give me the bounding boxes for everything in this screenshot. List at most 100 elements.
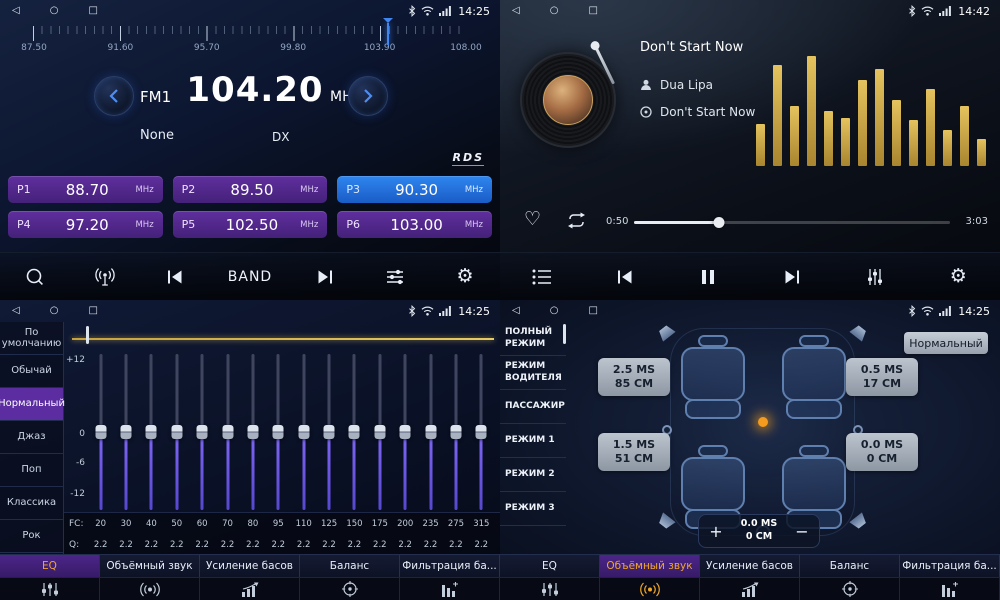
eq-band-slider-200[interactable] — [393, 354, 418, 510]
eq-band-slider-70[interactable] — [215, 354, 240, 510]
radio-preset-p5[interactable]: P5102.50MHz — [173, 211, 328, 238]
scrollbar[interactable] — [86, 326, 89, 344]
slider-knob[interactable] — [222, 425, 233, 439]
next-station-button[interactable] — [308, 260, 342, 294]
tab-bass-boost-icon-cell[interactable] — [200, 578, 300, 600]
recents-icon[interactable]: □ — [88, 0, 97, 22]
home-icon[interactable]: ○ — [50, 300, 59, 322]
home-icon[interactable]: ○ — [550, 0, 559, 22]
speaker-front-left-icon[interactable] — [656, 323, 675, 342]
eq-preset-item[interactable]: Поп — [0, 454, 63, 487]
progress-knob[interactable] — [714, 217, 725, 228]
back-icon[interactable]: ◁ — [512, 0, 520, 22]
auto-scan-button[interactable] — [88, 260, 122, 294]
recents-icon[interactable]: □ — [588, 0, 597, 22]
tab-eq-icon-cell[interactable] — [0, 578, 100, 600]
decrease-delay-button[interactable]: − — [795, 522, 809, 541]
radio-preset-p6[interactable]: P6103.00MHz — [337, 211, 492, 238]
settings-button[interactable]: ⚙ — [941, 260, 975, 294]
eq-band-slider-20[interactable] — [88, 354, 113, 510]
next-track-button[interactable] — [775, 260, 809, 294]
slider-knob[interactable] — [247, 425, 258, 439]
delay-front-right[interactable]: 0.5 MS 17 CM — [846, 358, 918, 396]
slider-knob[interactable] — [374, 425, 385, 439]
scrollbar[interactable] — [563, 324, 566, 344]
slider-knob[interactable] — [95, 425, 106, 439]
slider-knob[interactable] — [197, 425, 208, 439]
slider-knob[interactable] — [400, 425, 411, 439]
tab-surround[interactable]: Объёмный звук — [600, 555, 700, 577]
recents-icon[interactable]: □ — [88, 300, 97, 322]
eq-band-slider-235[interactable] — [418, 354, 443, 510]
band-button[interactable]: BAND — [228, 260, 272, 294]
tab-filter-icon-cell[interactable] — [400, 578, 500, 600]
slider-knob[interactable] — [171, 425, 182, 439]
pause-button[interactable] — [691, 260, 725, 294]
eq-preset-item[interactable]: Нормальный — [0, 388, 63, 421]
tab-eq-icon-cell[interactable] — [500, 578, 600, 600]
listen-mode-item-3[interactable]: РЕЖИМ 1 — [500, 424, 566, 458]
eq-band-slider-50[interactable] — [164, 354, 189, 510]
tune-options-button[interactable] — [378, 260, 412, 294]
delay-rear-left[interactable]: 1.5 MS 51 CM — [598, 433, 670, 471]
home-icon[interactable]: ○ — [550, 300, 559, 322]
tab-eq[interactable]: EQ — [0, 555, 100, 577]
recents-icon[interactable]: □ — [588, 300, 597, 322]
speaker-rear-right-icon[interactable] — [849, 512, 868, 531]
tab-balance-icon-cell[interactable] — [800, 578, 900, 600]
back-icon[interactable]: ◁ — [12, 300, 20, 322]
eq-band-slider-275[interactable] — [443, 354, 468, 510]
progress-bar[interactable] — [634, 221, 950, 224]
speaker-rear-left-icon[interactable] — [656, 512, 675, 531]
repeat-button[interactable] — [566, 212, 587, 233]
equalizer-button[interactable] — [858, 260, 892, 294]
tab-bass-boost[interactable]: Усиление басов — [200, 555, 300, 577]
eq-preset-item[interactable]: Рок — [0, 520, 63, 553]
eq-preset-item[interactable]: Обычай — [0, 355, 63, 388]
increase-delay-button[interactable]: + — [709, 522, 723, 541]
speaker-front-right-icon[interactable] — [849, 323, 868, 342]
previous-station-button[interactable] — [158, 260, 192, 294]
tab-balance[interactable]: Баланс — [300, 555, 400, 577]
eq-preset-item[interactable]: По умолчанию — [0, 322, 63, 355]
tab-filter[interactable]: Фильтрация ба... — [900, 555, 1000, 577]
listen-mode-item-4[interactable]: РЕЖИМ 2 — [500, 458, 566, 492]
tab-filter-icon-cell[interactable] — [900, 578, 1000, 600]
tab-surround[interactable]: Объёмный звук — [100, 555, 200, 577]
tab-balance[interactable]: Баланс — [800, 555, 900, 577]
slider-knob[interactable] — [146, 425, 157, 439]
tune-up-button[interactable] — [348, 76, 388, 116]
radio-preset-p3[interactable]: P390.30MHz — [337, 176, 492, 203]
previous-track-button[interactable] — [608, 260, 642, 294]
slider-knob[interactable] — [450, 425, 461, 439]
listen-mode-item-2[interactable]: ПАССАЖИР — [500, 390, 566, 424]
eq-band-slider-125[interactable] — [316, 354, 341, 510]
tab-balance-icon-cell[interactable] — [300, 578, 400, 600]
sound-preset-button[interactable]: Нормальный — [904, 332, 988, 354]
eq-band-slider-150[interactable] — [342, 354, 367, 510]
tab-surround-icon-cell[interactable] — [600, 578, 700, 600]
eq-band-slider-110[interactable] — [291, 354, 316, 510]
eq-band-slider-80[interactable] — [240, 354, 265, 510]
slider-knob[interactable] — [273, 425, 284, 439]
back-icon[interactable]: ◁ — [512, 300, 520, 322]
tab-bass-boost[interactable]: Усиление басов — [700, 555, 800, 577]
eq-band-slider-30[interactable] — [113, 354, 138, 510]
radio-preset-p1[interactable]: P188.70MHz — [8, 176, 163, 203]
eq-band-slider-60[interactable] — [190, 354, 215, 510]
slider-knob[interactable] — [476, 425, 487, 439]
slider-knob[interactable] — [121, 425, 132, 439]
settings-button[interactable]: ⚙ — [448, 260, 482, 294]
eq-preset-item[interactable]: Классика — [0, 487, 63, 520]
slider-knob[interactable] — [425, 425, 436, 439]
eq-band-slider-315[interactable] — [469, 354, 494, 510]
tab-eq[interactable]: EQ — [500, 555, 600, 577]
search-button[interactable] — [18, 260, 52, 294]
listening-position-dot[interactable] — [758, 417, 768, 427]
back-icon[interactable]: ◁ — [12, 0, 20, 22]
delay-rear-right[interactable]: 0.0 MS 0 CM — [846, 433, 918, 471]
tune-down-button[interactable] — [94, 76, 134, 116]
eq-band-slider-95[interactable] — [266, 354, 291, 510]
delay-front-left[interactable]: 2.5 MS 85 CM — [598, 358, 670, 396]
playlist-button[interactable] — [525, 260, 559, 294]
